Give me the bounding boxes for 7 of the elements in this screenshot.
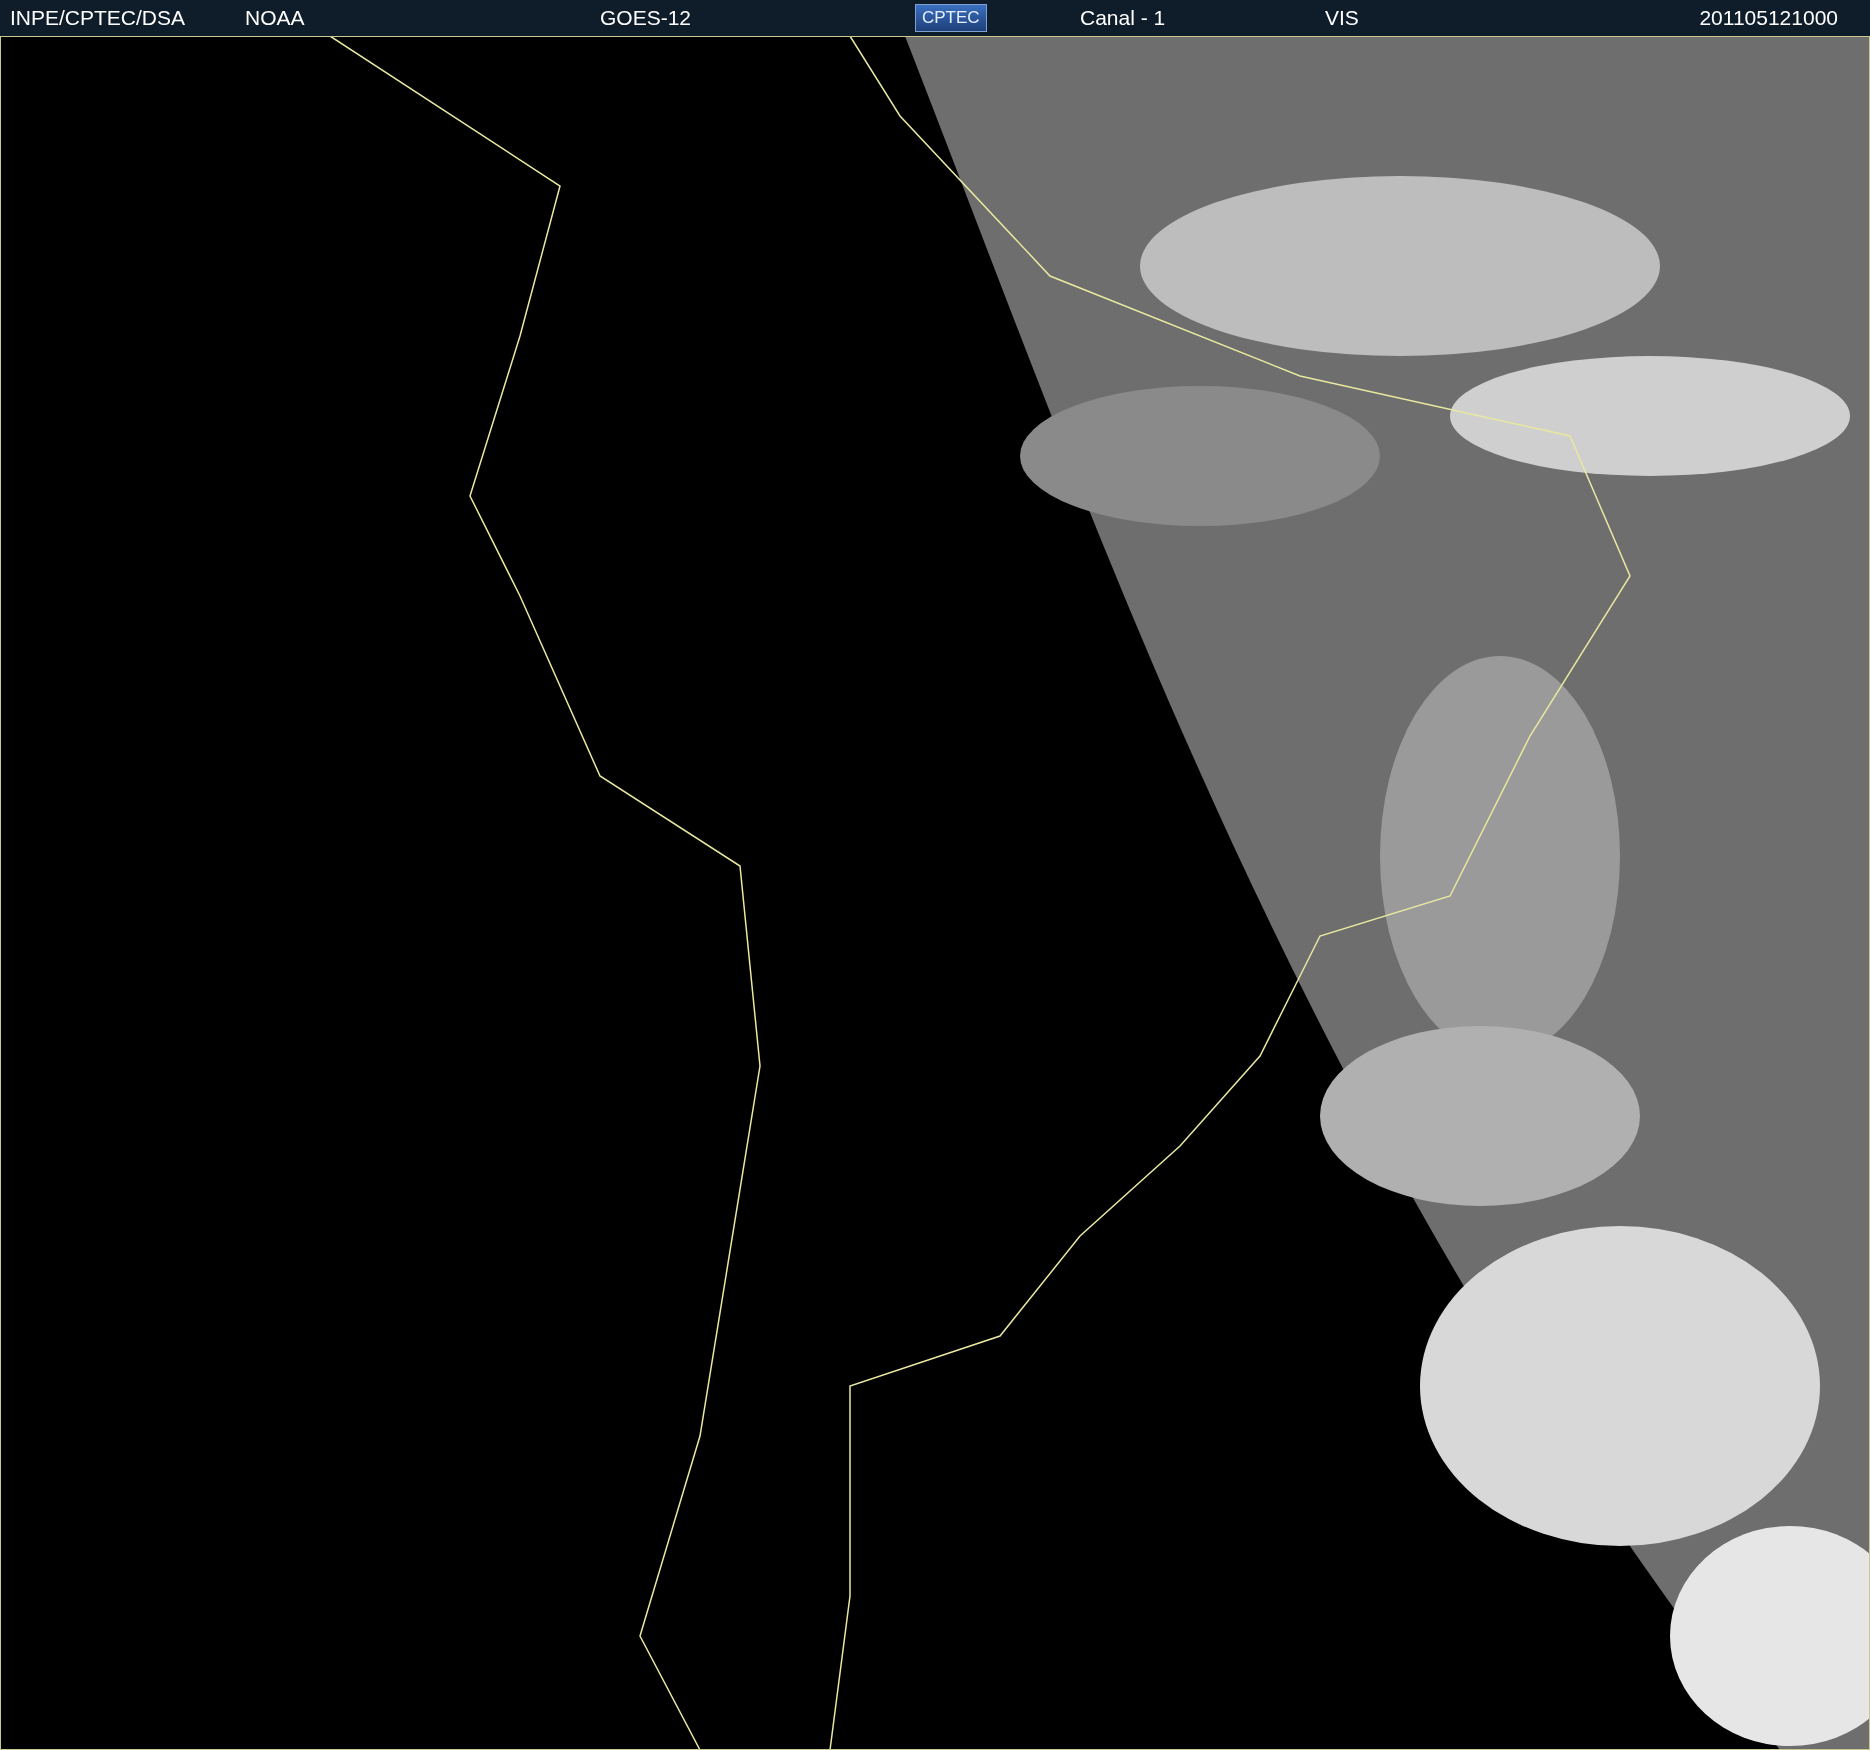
agency-label: NOAA (245, 6, 305, 30)
logo: CPTEC (915, 4, 987, 32)
satellite-label: GOES-12 (600, 6, 692, 30)
band-label: VIS (1325, 6, 1359, 30)
channel-label: Canal - 1 (1080, 6, 1166, 30)
timestamp-label: 201105121000 (1699, 6, 1838, 30)
source-label: INPE/CPTEC/DSA (10, 6, 186, 30)
